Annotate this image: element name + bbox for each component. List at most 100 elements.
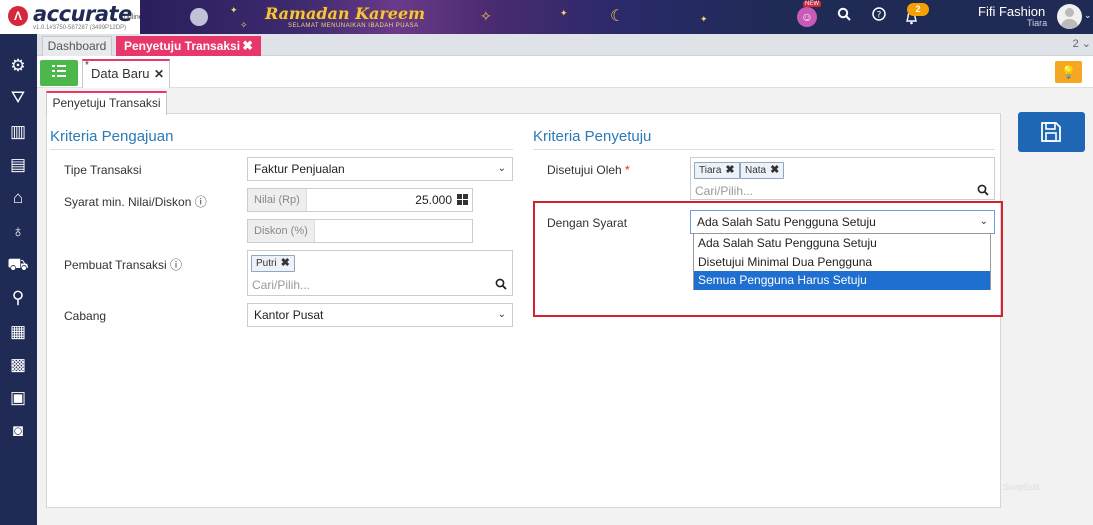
tab-data-baru[interactable]: * Data Baru ✕ xyxy=(82,59,170,88)
watermark: SnapEdit xyxy=(1003,482,1040,492)
pos-terminal-icon[interactable]: ▤ xyxy=(7,154,29,176)
search-icon[interactable] xyxy=(977,184,989,199)
money-bag-icon[interactable]: ♁ xyxy=(7,221,29,243)
divider xyxy=(50,149,513,150)
search-icon[interactable] xyxy=(834,7,854,27)
chip-nata: Nata ✖ xyxy=(740,162,785,179)
chip-label: Putri xyxy=(256,258,277,269)
cart-icon[interactable]: ⛟ xyxy=(7,254,29,276)
disetujui-oleh-label: Disetujui Oleh * xyxy=(547,163,630,177)
sparkle-icon: ✦ xyxy=(700,14,708,24)
user-name: Tiara xyxy=(1027,18,1048,28)
diskon-addon: Diskon (%) xyxy=(248,220,315,242)
floppy-disk-icon xyxy=(1041,122,1061,142)
chip-label: Tiara xyxy=(699,165,722,176)
new-badge: NEW xyxy=(803,1,821,7)
pembuat-search-placeholder[interactable]: Cari/Pilih... xyxy=(252,278,310,292)
factory-icon[interactable]: ▦ xyxy=(7,321,29,343)
nilai-value: 25.000 xyxy=(415,193,452,207)
banner-subtitle: SELAMAT MENUNAIKAN IBADAH PUASA xyxy=(288,23,419,29)
close-icon[interactable]: ✕ xyxy=(154,61,164,87)
company-name[interactable]: Fifi Fashion xyxy=(978,4,1045,19)
logo[interactable]: Λ accurate online v1.0.1#3750-587287 (34… xyxy=(0,0,143,34)
module-tab-bar: Dashboard Penyetuju Transaksi ✖ 2 ⌄ xyxy=(37,34,1093,56)
warehouse-icon[interactable]: ▩ xyxy=(7,354,29,376)
remove-chip-icon[interactable]: ✖ xyxy=(770,164,779,176)
pembuat-transaksi-multiselect[interactable]: Putri ✖ Cari/Pilih... xyxy=(247,250,513,296)
tab-penyetuju-transaksi-section[interactable]: Penyetuju Transaksi xyxy=(46,91,167,115)
accurate-logo-icon: Λ xyxy=(8,6,28,26)
gear-icon[interactable]: ⚙ xyxy=(7,55,29,77)
chart-report-icon[interactable]: ◙ xyxy=(7,420,29,442)
doc-tab-label: Data Baru xyxy=(91,66,150,81)
tab-penyetuju-transaksi[interactable]: Penyetuju Transaksi ✖ xyxy=(116,36,261,56)
crescent-moon-icon: ☾ xyxy=(610,8,625,25)
bag-cart-icon[interactable]: ⚲ xyxy=(7,287,29,309)
tab-count-value: 2 xyxy=(1072,38,1079,50)
section-title-kriteria-pengajuan: Kriteria Pengajuan xyxy=(50,128,174,145)
option-minimal-dua[interactable]: Disetujui Minimal Dua Pengguna xyxy=(694,253,990,272)
option-ada-salah-satu[interactable]: Ada Salah Satu Pengguna Setuju xyxy=(694,234,990,253)
modified-mark: * xyxy=(85,60,89,71)
tab-count[interactable]: 2 ⌄ xyxy=(1073,37,1091,50)
dengan-syarat-label: Dengan Syarat xyxy=(547,216,628,230)
nilai-addon: Nilai (Rp) xyxy=(248,189,307,211)
sidebar: ⚙ ⛛ ▥ ▤ ⌂ ♁ ⛟ ⚲ ▦ ▩ ▣ ◙ xyxy=(0,34,37,525)
save-button[interactable] xyxy=(1018,112,1085,152)
calculator-icon[interactable] xyxy=(457,194,468,205)
tab-dashboard[interactable]: Dashboard xyxy=(42,36,112,56)
list-view-button[interactable] xyxy=(40,60,78,86)
remove-chip-icon[interactable]: ✖ xyxy=(725,164,734,176)
divider xyxy=(533,149,995,150)
option-semua-pengguna[interactable]: Semua Pengguna Harus Setuju xyxy=(694,271,990,290)
remove-chip-icon[interactable]: ✖ xyxy=(281,257,290,269)
help-icon[interactable]: ? xyxy=(869,7,889,27)
document-tab-bar: * Data Baru ✕ 💡 xyxy=(37,56,1093,88)
syarat-min-label: Syarat min. Nilai/Diskon ⓘ xyxy=(64,195,207,209)
close-icon[interactable]: ✖ xyxy=(242,36,253,56)
chevron-down-icon: ⌄ xyxy=(979,216,988,227)
search-icon[interactable] xyxy=(495,278,507,293)
required-mark: * xyxy=(625,163,630,177)
sparkle-icon: ✦ xyxy=(560,8,568,18)
lantern-icon: ✧ xyxy=(480,8,492,24)
brand-name: accurate xyxy=(33,2,132,26)
building-icon[interactable]: ▥ xyxy=(7,121,29,143)
disetujui-oleh-text: Disetujui Oleh xyxy=(547,163,622,177)
chevron-down-icon[interactable]: ⌄ xyxy=(1084,10,1092,21)
svg-text:?: ? xyxy=(877,11,882,21)
cabang-value: Kantor Pusat xyxy=(254,308,324,322)
tipe-transaksi-select[interactable]: Faktur Penjualan ⌄ xyxy=(247,157,513,181)
chip-label: Nata xyxy=(745,165,767,176)
banner-title: Ramadan Kareem xyxy=(265,4,426,23)
sparkle-icon: ✧ xyxy=(240,20,248,30)
moon-circle-icon xyxy=(190,8,208,26)
triangle-people-icon[interactable]: ⛛ xyxy=(7,87,29,109)
dengan-syarat-value: Ada Salah Satu Pengguna Setuju xyxy=(697,215,876,229)
cabang-label: Cabang xyxy=(64,309,107,323)
nilai-input[interactable]: Nilai (Rp) 25.000 xyxy=(247,188,473,212)
tab-label: Penyetuju Transaksi xyxy=(124,39,241,53)
chevron-down-icon: ⌄ xyxy=(497,309,506,320)
report-icon[interactable]: ▣ xyxy=(7,387,29,409)
dengan-syarat-select[interactable]: Ada Salah Satu Pengguna Setuju ⌄ xyxy=(690,210,995,234)
bank-icon[interactable]: ⌂ xyxy=(7,187,29,209)
tipe-transaksi-label: Tipe Transaksi xyxy=(64,163,142,177)
dengan-syarat-dropdown: Ada Salah Satu Pengguna Setuju Disetujui… xyxy=(693,233,991,290)
ramadan-banner: ✦ ✧ Ramadan Kareem SELAMAT MENUNAIKAN IB… xyxy=(140,0,780,34)
section-title-kriteria-penyetuju: Kriteria Penyetuju xyxy=(533,128,652,145)
disetujui-search-placeholder[interactable]: Cari/Pilih... xyxy=(695,184,753,198)
top-header: Λ accurate online v1.0.1#3750-587287 (34… xyxy=(0,0,1093,34)
lightbulb-icon[interactable]: 💡 xyxy=(1055,61,1082,83)
chip-putri: Putri ✖ xyxy=(251,255,295,272)
chip-tiara: Tiara ✖ xyxy=(694,162,740,179)
whats-new-icon[interactable]: ☺ xyxy=(797,7,817,27)
notification-count: 2 xyxy=(907,3,929,16)
disetujui-oleh-multiselect[interactable]: Tiara ✖ Nata ✖ Cari/Pilih... xyxy=(690,157,995,200)
sparkle-icon: ✦ xyxy=(230,5,238,15)
avatar[interactable] xyxy=(1057,4,1082,29)
diskon-input[interactable]: Diskon (%) xyxy=(247,219,473,243)
tipe-transaksi-value: Faktur Penjualan xyxy=(254,162,345,176)
cabang-select[interactable]: Kantor Pusat ⌄ xyxy=(247,303,513,327)
version-text: v1.0.1#3750-587287 (3499P12DP) xyxy=(33,25,127,31)
